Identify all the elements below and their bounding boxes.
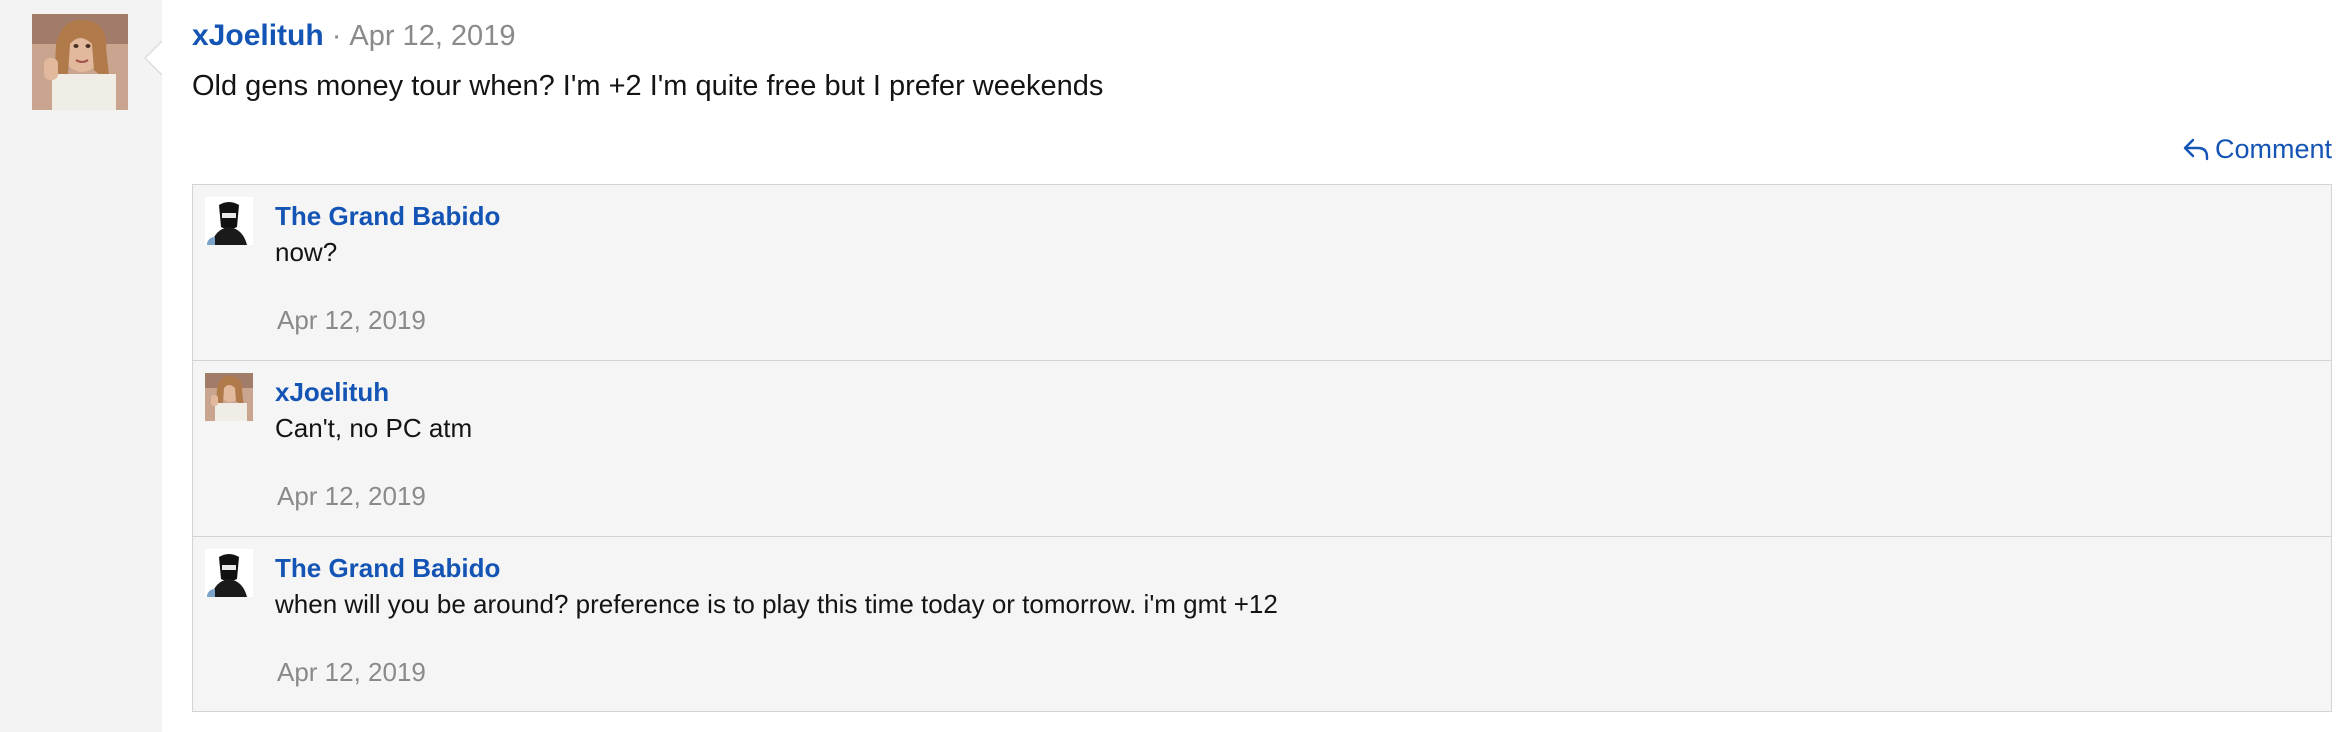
comment-author-link[interactable]: The Grand Babido <box>275 201 500 232</box>
comment-text: Can't, no PC atm <box>275 413 473 443</box>
comment-author-avatar[interactable] <box>205 373 253 421</box>
comment-author-avatar[interactable] <box>205 197 253 245</box>
user-avatar-photo-icon <box>205 373 253 421</box>
comment-item: The Grand Babido when will you be around… <box>193 537 2331 713</box>
comment-item: The Grand Babido now? Apr 12, 2019 <box>193 185 2331 361</box>
comment-author-link[interactable]: xJoelituh <box>275 377 389 408</box>
comment-date[interactable]: Apr 12, 2019 <box>277 481 426 512</box>
profile-post: xJoelituh · Apr 12, 2019 Old gens money … <box>0 0 2352 732</box>
reply-arrow-icon <box>2183 138 2209 161</box>
post-author-link[interactable]: xJoelituh <box>192 19 324 53</box>
user-avatar-photo-icon <box>32 14 128 110</box>
comment-list: The Grand Babido now? Apr 12, 2019 xJoel… <box>192 184 2332 712</box>
header-separator: · <box>331 19 342 52</box>
comment-date[interactable]: Apr 12, 2019 <box>277 657 426 688</box>
bubble-notch-fill <box>146 41 163 75</box>
comment-button[interactable]: Comment <box>2183 131 2332 167</box>
comment-author-avatar[interactable] <box>205 549 253 597</box>
comment-text: now? <box>275 237 338 267</box>
post-header: xJoelituh · Apr 12, 2019 <box>192 16 515 56</box>
masked-figure-avatar-icon <box>205 549 253 597</box>
comment-button-label: Comment <box>2214 133 2332 164</box>
post-author-avatar[interactable] <box>32 14 128 110</box>
comment-item: xJoelituh Can't, no PC atm Apr 12, 2019 <box>193 361 2331 537</box>
comment-text: when will you be around? preference is t… <box>275 589 1278 619</box>
masked-figure-avatar-icon <box>205 197 253 245</box>
comment-date[interactable]: Apr 12, 2019 <box>277 305 426 336</box>
avatar-column <box>0 0 162 732</box>
post-date[interactable]: Apr 12, 2019 <box>349 20 515 53</box>
post-body: Old gens money tour when? I'm +2 I'm qui… <box>192 70 1104 102</box>
comment-author-link[interactable]: The Grand Babido <box>275 553 500 584</box>
